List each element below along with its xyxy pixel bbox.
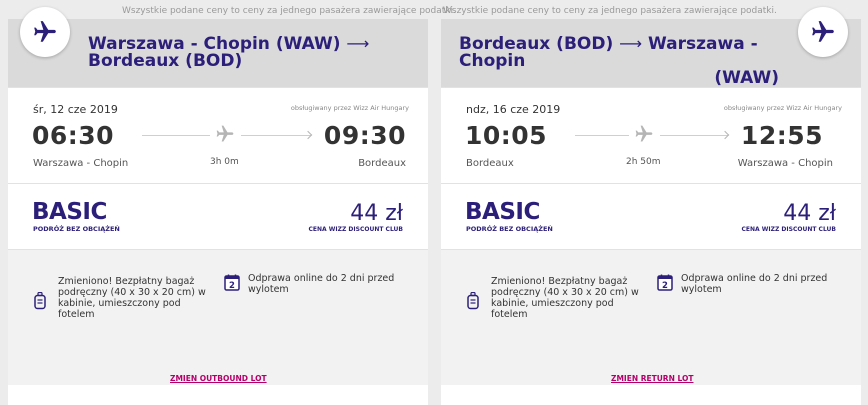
arrow-head-icon xyxy=(303,130,313,140)
airplane-icon xyxy=(216,125,234,142)
fare-benefits: Zmieniono! Bezpłatny bagaż podręczny (40… xyxy=(8,249,428,385)
flight-duration: 2h 50m xyxy=(626,157,661,167)
flight-details: śr, 12 cze 2019 obsługiwany przez Wizz A… xyxy=(8,87,428,183)
route-line xyxy=(241,135,311,136)
card-header: Bordeaux (BOD) ⟶ Warszawa - Chopin (WAW) xyxy=(441,7,861,88)
calendar-number: 2 xyxy=(229,281,235,291)
airplane-badge xyxy=(20,7,70,57)
fare-box[interactable]: BASIC PODRÓŻ BEZ OBCIĄŻEŃ 44 zł CENA WIZ… xyxy=(441,183,861,249)
fare-box[interactable]: BASIC PODRÓŻ BEZ OBCIĄŻEŃ 44 zł CENA WIZ… xyxy=(8,183,428,249)
arrival-city: Bordeaux xyxy=(358,158,406,169)
arrow-head-icon xyxy=(720,130,730,140)
arrival-time: 09:30 xyxy=(323,121,406,150)
online-checkin-text: Odprawa online do 2 dni przed wylotem xyxy=(681,273,828,295)
fare-price: 44 zł xyxy=(350,201,403,226)
calendar-icon: 2 xyxy=(657,274,673,291)
fare-subtitle: PODRÓŻ BEZ OBCIĄŻEŃ xyxy=(33,225,120,233)
fare-benefits: Zmieniono! Bezpłatny bagaż podręczny (40… xyxy=(441,249,861,385)
change-outbound-link[interactable]: ZMIEN OUTBOUND LOT xyxy=(170,374,267,383)
departure-time: 10:05 xyxy=(465,121,548,150)
change-return-link[interactable]: ZMIEN RETURN LOT xyxy=(611,374,693,383)
arrival-time: 12:55 xyxy=(740,121,823,150)
online-checkin-text: Odprawa online do 2 dni przed wylotem xyxy=(248,273,395,295)
departure-city: Warszawa - Chopin xyxy=(33,158,129,169)
price-notice: Wszystkie podane ceny to ceny za jednego… xyxy=(122,6,456,16)
flight-duration: 3h 0m xyxy=(210,157,239,167)
flight-date: śr, 12 cze 2019 xyxy=(33,103,118,116)
fare-name: BASIC xyxy=(465,199,540,225)
return-flight-card: Bordeaux (BOD) ⟶ Warszawa - Chopin (WAW)… xyxy=(441,7,861,405)
fare-subtitle: PODRÓŻ BEZ OBCIĄŻEŃ xyxy=(466,225,553,233)
cabin-bag-icon xyxy=(34,292,46,310)
fare-name: BASIC xyxy=(32,199,107,225)
card-header: Warszawa - Chopin (WAW) ⟶ Bordeaux (BOD) xyxy=(8,7,428,87)
airplane-icon xyxy=(34,21,56,42)
departure-city: Bordeaux xyxy=(466,158,514,169)
fare-price: 44 zł xyxy=(783,201,836,226)
route-line xyxy=(660,135,728,136)
airplane-badge xyxy=(798,7,848,57)
cabin-bag-text: Zmieniono! Bezpłatny bagaż podręczny (40… xyxy=(491,276,639,320)
flight-details: ndz, 16 cze 2019 obsługiwany przez Wizz … xyxy=(441,87,861,183)
route-title: Warszawa - Chopin (WAW) ⟶ Bordeaux (BOD) xyxy=(88,34,370,71)
price-subtitle: CENA WIZZ DISCOUNT CLUB xyxy=(308,226,403,233)
route-title: Bordeaux (BOD) ⟶ Warszawa - Chopin (WAW) xyxy=(459,34,779,88)
price-notice: Wszystkie podane ceny to ceny za jednego… xyxy=(443,6,777,16)
outbound-flight-card: Warszawa - Chopin (WAW) ⟶ Bordeaux (BOD)… xyxy=(8,7,428,405)
cabin-bag-text: Zmieniono! Bezpłatny bagaż podręczny (40… xyxy=(58,276,206,320)
airplane-icon xyxy=(635,125,653,142)
departure-time: 06:30 xyxy=(32,121,115,150)
airplane-icon xyxy=(812,21,834,42)
route-line xyxy=(575,135,629,136)
calendar-icon: 2 xyxy=(224,274,240,291)
operator-label: obsługiwany przez Wizz Air Hungary xyxy=(290,104,409,112)
operator-label: obsługiwany przez Wizz Air Hungary xyxy=(723,104,842,112)
arrival-city: Warszawa - Chopin xyxy=(737,158,833,169)
cabin-bag-icon xyxy=(467,292,479,310)
route-line xyxy=(142,135,210,136)
price-subtitle: CENA WIZZ DISCOUNT CLUB xyxy=(741,226,836,233)
flight-date: ndz, 16 cze 2019 xyxy=(466,103,561,116)
calendar-number: 2 xyxy=(662,281,668,291)
